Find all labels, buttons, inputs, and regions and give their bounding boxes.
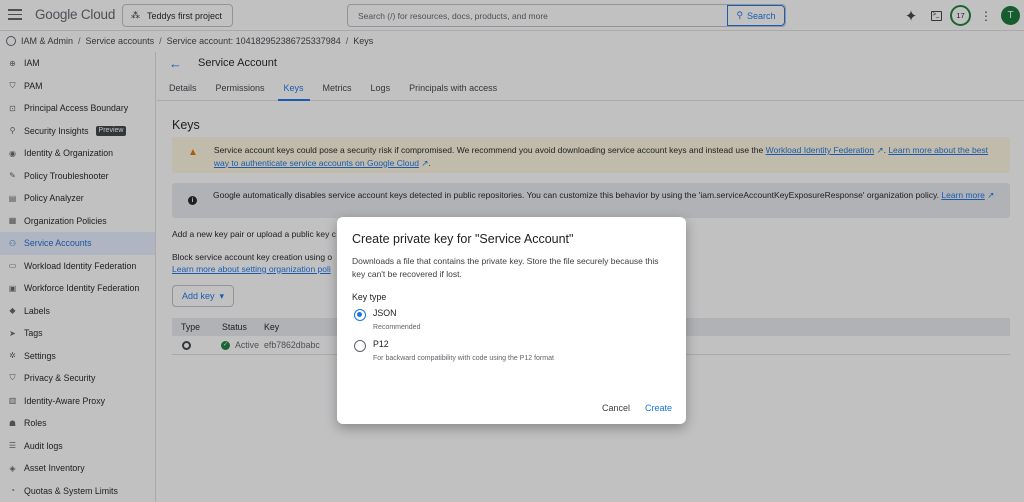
key-type-label: Key type: [352, 292, 387, 302]
json-sublabel: Recommended: [373, 324, 421, 331]
create-private-key-dialog: Create private key for "Service Account"…: [337, 217, 686, 424]
radio-option-p12[interactable]: P12 For backward compatibility with code…: [354, 339, 554, 362]
dialog-title: Create private key for "Service Account": [352, 232, 574, 246]
create-button[interactable]: Create: [645, 403, 672, 413]
p12-radio[interactable]: [354, 340, 366, 352]
dialog-description: Downloads a file that contains the priva…: [352, 256, 659, 279]
p12-label: P12: [373, 339, 389, 349]
json-label: JSON: [373, 308, 397, 318]
json-radio[interactable]: [354, 309, 366, 321]
p12-sublabel: For backward compatibility with code usi…: [373, 355, 554, 362]
radio-option-json[interactable]: JSON Recommended: [354, 308, 420, 331]
cancel-button[interactable]: Cancel: [602, 403, 630, 413]
